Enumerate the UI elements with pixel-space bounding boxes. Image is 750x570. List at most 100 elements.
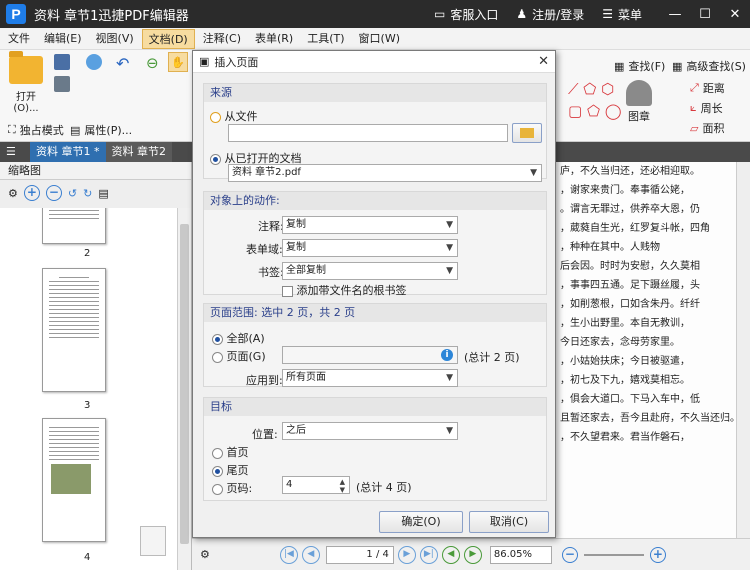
page-label-3: 3 xyxy=(84,400,91,411)
shape-tools[interactable]: ⟋ ⬠ ⬡ xyxy=(568,80,614,98)
form-field-select[interactable]: 复制 ▼ xyxy=(282,239,458,257)
maximize-button[interactable]: ☐ xyxy=(690,0,720,28)
zoom-out-icon[interactable]: − xyxy=(45,185,62,201)
zoom-in-status-icon[interactable]: + xyxy=(649,546,666,563)
add-root-bookmark-checkbox[interactable]: 添加带文件名的根书签 xyxy=(282,282,407,298)
zoom-slider[interactable] xyxy=(583,553,644,556)
last-page-radio[interactable]: 尾页 xyxy=(212,462,249,478)
print-button[interactable] xyxy=(54,76,70,92)
first-page-button[interactable]: |◀ xyxy=(279,545,298,564)
cloud-button[interactable] xyxy=(86,54,102,70)
forward-view-button[interactable]: ▶ xyxy=(463,545,482,564)
back-view-button[interactable]: ◀ xyxy=(441,545,460,564)
menu-tools[interactable]: 工具(T) xyxy=(301,29,350,49)
page-number-radio[interactable]: 页码: xyxy=(212,480,252,496)
menu-window[interactable]: 窗口(W) xyxy=(353,29,406,49)
save-icon xyxy=(54,54,70,70)
advanced-find-button[interactable]: ▦ 高级查找(S) xyxy=(672,58,746,74)
menu-edit[interactable]: 编辑(E) xyxy=(38,29,88,49)
radio-icon xyxy=(212,465,223,477)
cancel-button[interactable]: 取消(C) xyxy=(469,511,549,533)
ok-button[interactable]: 确定(O) xyxy=(379,511,463,533)
first-page-radio[interactable]: 首页 xyxy=(212,444,249,460)
save-button[interactable] xyxy=(54,54,70,70)
rotate-right-icon[interactable]: ↻ xyxy=(83,187,92,200)
annotation-select[interactable]: 复制 ▼ xyxy=(282,216,458,234)
page-number-input[interactable]: 1 / 4 xyxy=(325,545,394,564)
thumbnail-page-4[interactable] xyxy=(42,418,106,542)
menu-file[interactable]: 文件 xyxy=(2,29,36,49)
tab-document-2[interactable]: 资料 章节2 xyxy=(105,142,172,162)
back-button[interactable]: ⊖ xyxy=(146,54,159,72)
close-button[interactable]: ✕ xyxy=(720,0,750,28)
page-number-spinner[interactable]: 4 ▲ ▼ xyxy=(282,476,350,494)
stamp-button[interactable]: 图章 xyxy=(626,80,652,124)
settings-icon[interactable]: ⚙ xyxy=(8,187,18,200)
text-line: 后会因。时时为安慰，久久莫相 xyxy=(560,261,700,272)
text-line: ，种种在其中。人贱物 xyxy=(560,242,660,253)
advanced-find-icon: ▦ xyxy=(672,59,683,73)
stamp-icon xyxy=(626,80,652,106)
info-icon: i xyxy=(441,349,453,361)
prev-page-button[interactable]: ◀ xyxy=(301,545,320,564)
login-button[interactable]: ♟ 注册/登录 xyxy=(516,6,584,23)
apply-to-select[interactable]: 所有页面 ▼ xyxy=(282,369,458,387)
open-button[interactable]: 打开(O)... xyxy=(6,51,46,114)
shape-tools-2[interactable]: ▢ ⬠ ◯ xyxy=(568,102,622,120)
menu-comment[interactable]: 注释(C) xyxy=(197,29,247,49)
hand-tool-button[interactable]: ✋ xyxy=(168,52,188,72)
thumbnail-list: 2 3 4 xyxy=(0,208,178,570)
actions-group-title: 对象上的动作: xyxy=(204,192,546,210)
chat-icon: ▭ xyxy=(434,7,446,21)
browse-button[interactable] xyxy=(512,123,542,143)
bookmark-select[interactable]: 全部复制 ▼ xyxy=(282,262,458,280)
tab-document-1[interactable]: 资料 章节1 * xyxy=(30,142,106,162)
radio-icon xyxy=(212,447,223,459)
menu-document[interactable]: 文档(D) xyxy=(141,28,195,49)
from-file-radio[interactable]: 从文件 xyxy=(210,108,258,124)
thumbnail-scrollbar[interactable] xyxy=(177,208,191,570)
page-range-input[interactable]: i xyxy=(282,346,458,364)
dialog-close-button[interactable]: ✕ xyxy=(538,54,549,69)
app-logo: P xyxy=(6,4,26,24)
dialog-title: 插入页面 xyxy=(214,55,259,69)
menu-form[interactable]: 表单(R) xyxy=(249,29,299,49)
status-settings-icon[interactable]: ⚙ xyxy=(200,548,210,561)
text-line: ，如削葱根，口如含朱丹。纤纤 xyxy=(560,299,700,310)
thumbnail-page-3[interactable] xyxy=(42,268,106,392)
tabs-menu-icon[interactable]: ☰ xyxy=(0,142,30,162)
position-select[interactable]: 之后 ▼ xyxy=(282,422,458,440)
source-group: 来源 从文件 从已打开的文档 资料 章节2.pdf ▼ xyxy=(203,83,547,182)
zoom-in-icon[interactable]: + xyxy=(23,185,40,201)
page-range-radio[interactable]: 页面(G) xyxy=(212,348,266,364)
area-button[interactable]: ▱ 面积 xyxy=(690,120,724,136)
cloud-icon xyxy=(86,54,102,70)
undo-icon: ↶ xyxy=(116,54,130,73)
properties-button[interactable]: ▤ 属性(P)... xyxy=(70,122,132,138)
undo-button[interactable]: ↶ xyxy=(116,54,129,73)
minimize-button[interactable]: — xyxy=(660,0,690,28)
perimeter-button[interactable]: ⟀ 周长 xyxy=(690,100,723,116)
hand-icon: ✋ xyxy=(171,55,185,69)
distance-button[interactable]: ⤢ 距离 xyxy=(690,80,725,96)
zoom-level-select[interactable]: 86.05% xyxy=(489,545,552,564)
all-pages-radio[interactable]: 全部(A) xyxy=(212,330,265,346)
exclusive-mode-button[interactable]: ⛶ 独占模式 xyxy=(8,122,64,138)
print-icon xyxy=(54,76,70,92)
find-button[interactable]: ▦ 查找(F) xyxy=(614,58,665,74)
menu-view[interactable]: 视图(V) xyxy=(90,29,140,49)
rotate-left-icon[interactable]: ↺ xyxy=(68,187,77,200)
customer-service-button[interactable]: ▭ 客服入口 xyxy=(434,6,498,23)
object-actions-group: 对象上的动作: 注释: 复制 ▼ 表单域: 复制 ▼ 书签: 全部复制 ▼ 添加… xyxy=(203,191,547,298)
radio-icon xyxy=(210,153,221,165)
zoom-out-status-icon[interactable]: − xyxy=(561,546,578,563)
main-menu-button[interactable]: ☰ 菜单 xyxy=(602,6,642,23)
document-scrollbar[interactable] xyxy=(736,162,750,538)
open-document-select[interactable]: 资料 章节2.pdf ▼ xyxy=(228,164,542,182)
source-group-title: 来源 xyxy=(204,84,546,102)
file-path-input[interactable] xyxy=(228,124,508,142)
thumbnail-page-2[interactable] xyxy=(42,208,106,244)
print-thumb-icon[interactable]: ▤ xyxy=(98,187,108,200)
next-page-button[interactable]: ▶ xyxy=(397,545,416,564)
last-page-button[interactable]: ▶| xyxy=(419,545,438,564)
